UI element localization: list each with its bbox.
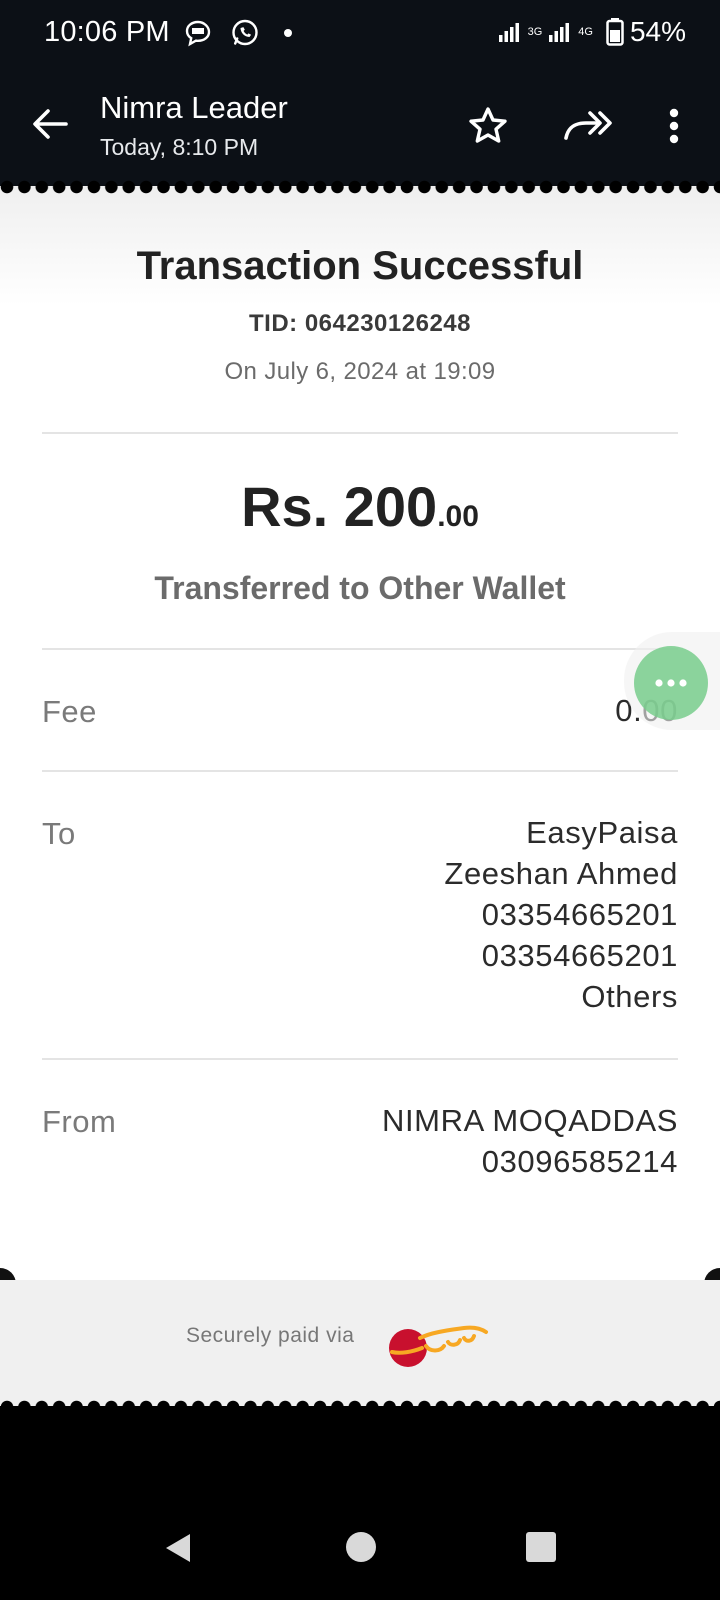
battery-icon [606, 18, 624, 46]
amount-decimal: .00 [437, 500, 479, 533]
divider [42, 770, 678, 772]
chat-subtitle: Today, 8:10 PM [100, 134, 259, 160]
receipt-footer: Securely paid via [0, 1280, 720, 1406]
signal-3g-icon [498, 23, 519, 42]
to-details: EasyPaisa Zeeshan Ahmed 03354665201 0335… [444, 812, 678, 1017]
transaction-receipt: Transaction Successful TID: 064230126248… [0, 186, 720, 1406]
more-vertical-icon[interactable] [656, 104, 692, 148]
more-notifications-dot-icon [284, 29, 292, 37]
divider [42, 648, 678, 650]
receipt-title: Transaction Successful [136, 244, 584, 288]
jazzcash-logo [389, 1325, 488, 1367]
nav-home-icon[interactable] [344, 1530, 378, 1564]
battery-percent: 54% [629, 16, 686, 47]
chat-title: Nimra Leader [100, 90, 288, 125]
screen: 10:06 PM 3G 4G 54% Nimra Leader Today, 8… [0, 0, 720, 1600]
chat-bubble-icon [185, 20, 211, 47]
from-name: NIMRA MOQADDAS [381, 1103, 678, 1138]
amount-main: Rs. 200 [241, 475, 438, 538]
receipt-bottom-edge [0, 1400, 720, 1414]
nav-back-icon[interactable] [160, 1530, 196, 1566]
notification-icons [184, 18, 292, 48]
receipt-top-edge [0, 180, 720, 194]
divider [42, 1058, 678, 1060]
transaction-id: TID: 064230126248 [249, 310, 471, 337]
to-account: 03354665201 [481, 938, 678, 973]
to-label: To [42, 816, 76, 851]
nav-recents-icon[interactable] [524, 1530, 558, 1564]
whatsapp-icon [232, 19, 258, 46]
status-time: 10:06 PM [44, 16, 170, 48]
from-label: From [42, 1104, 117, 1139]
divider [42, 432, 678, 434]
status-bar: 10:06 PM 3G 4G 54% [0, 0, 720, 72]
network-4g-label: 4G [578, 25, 593, 38]
app-bar: Nimra Leader Today, 8:10 PM [0, 72, 720, 190]
transaction-amount: Rs. 200.00 [0, 474, 720, 539]
star-icon[interactable] [466, 104, 510, 148]
chat-header[interactable]: Nimra Leader Today, 8:10 PM [100, 90, 288, 161]
secure-text: Securely paid via [186, 1324, 355, 1347]
signal-4g-icon [549, 23, 570, 42]
to-wallet: EasyPaisa [526, 815, 678, 850]
to-number: 03354665201 [481, 897, 678, 932]
forward-icon[interactable] [562, 104, 614, 148]
network-3g-label: 3G [527, 25, 543, 38]
system-icons: 3G 4G 54% [498, 16, 686, 48]
fee-label: Fee [42, 694, 97, 729]
more-horizontal-icon [655, 679, 687, 687]
from-details: NIMRA MOQADDAS 03096585214 [382, 1100, 678, 1182]
from-number: 03096585214 [481, 1144, 678, 1179]
back-arrow-icon[interactable] [28, 102, 72, 146]
to-name: Zeeshan Ahmed [444, 856, 678, 891]
transaction-date: On July 6, 2024 at 19:09 [224, 358, 496, 385]
to-category: Others [581, 979, 678, 1014]
floating-more-button[interactable] [634, 646, 708, 720]
system-navigation-bar [0, 1414, 720, 1600]
transaction-description: Transferred to Other Wallet [154, 570, 566, 606]
